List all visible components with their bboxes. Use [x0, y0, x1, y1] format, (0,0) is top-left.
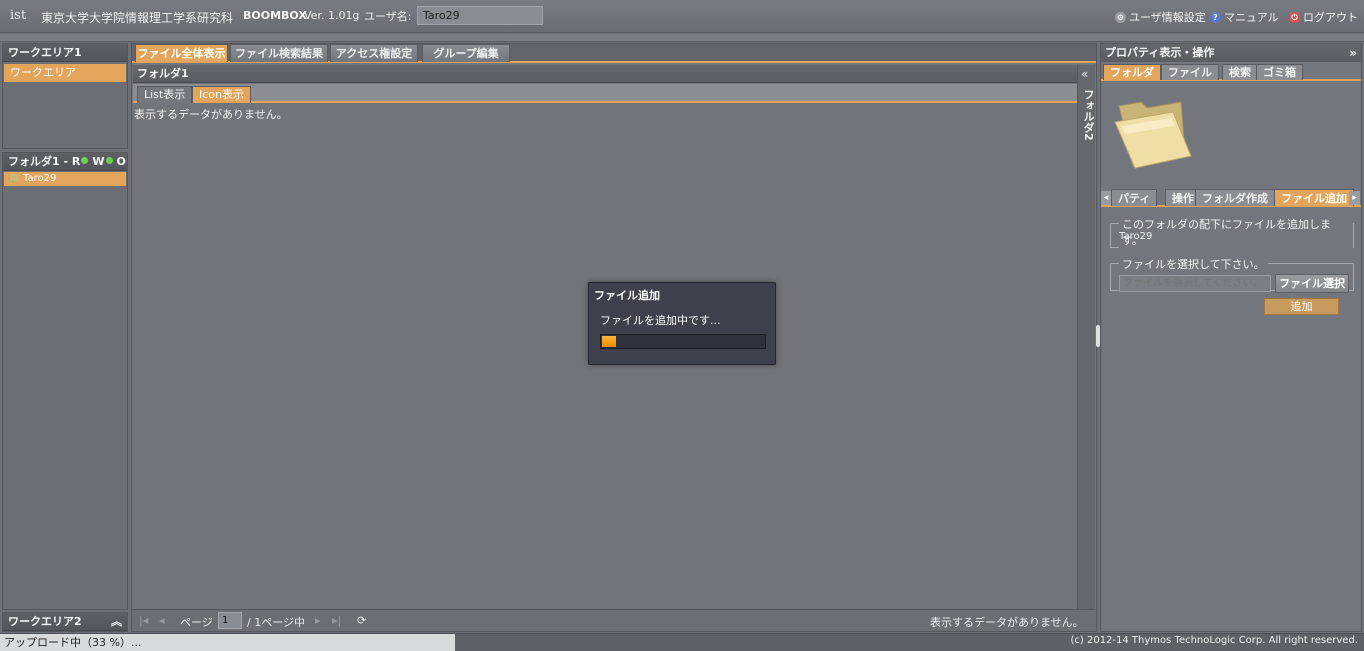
refresh-icon[interactable]: ⟳ — [357, 614, 366, 627]
app-version: Ver. 1.01g — [304, 9, 360, 22]
status-bar: アップロード中（33 %）... (c) 2012-14 Thymos Tech… — [0, 633, 1364, 651]
tab-add-file[interactable]: ファイル追加 — [1274, 189, 1354, 206]
workarea1-title: ワークエリア1 — [3, 44, 127, 62]
select-file-button[interactable]: ファイル選択 — [1275, 274, 1349, 293]
prev-page-icon[interactable]: ◂ — [159, 614, 165, 627]
tab-search-results[interactable]: ファイル検索結果 — [230, 44, 328, 62]
tree-item-taro29[interactable]: Taro29 — [4, 172, 126, 186]
chevron-double-right-icon[interactable]: » — [1349, 44, 1357, 62]
dialog-message: ファイルを追加中です... — [600, 314, 721, 327]
pagination-bar: |◂ ◂ ページ / 1ページ中 ▸ ▸| ⟳ 表示するデータがありません。 — [132, 609, 1096, 631]
tab-access-settings[interactable]: アクセス権設定 — [330, 44, 418, 62]
add-button[interactable]: 追加 — [1264, 298, 1339, 315]
write-permission-label: W — [92, 155, 105, 168]
main-tabs: ファイル全体表示 ファイル検索結果 アクセス権設定 グループ編集 — [132, 44, 1096, 63]
page-total: / 1ページ中 — [247, 616, 305, 629]
operation-tabs: ◂ パティ 操作 フォルダ作成 ファイル追加 ▸ — [1101, 188, 1361, 207]
empty-message: 表示するデータがありません。 — [134, 108, 288, 121]
file-select-group: ファイルを選択して下さい。 ファイル選択 — [1110, 256, 1354, 293]
page-label: ページ — [180, 616, 213, 629]
first-page-icon[interactable]: |◂ — [139, 614, 148, 627]
add-file-dialog: ファイル追加 ファイルを追加中です... — [588, 282, 776, 365]
other-permission-label: O — [116, 155, 126, 168]
header-divider — [0, 34, 1364, 42]
ist-logo: ist — [10, 8, 27, 23]
properties-title: プロパティ表示・操作 » — [1101, 44, 1361, 62]
gear-icon: ⚙ — [1115, 11, 1126, 23]
folder-tree-title: フォルダ1 - R WO — [3, 153, 127, 182]
last-page-icon[interactable]: ▸| — [332, 614, 341, 627]
user-settings-link[interactable]: ⚙ ユーザ情報設定 — [1115, 9, 1206, 25]
workarea2-title-label: ワークエリア2 — [8, 615, 82, 628]
target-folder-group: このフォルダの配下にファイルを追加します。 Taro29 — [1110, 216, 1354, 248]
upload-status: アップロード中（33 %）... — [0, 634, 455, 651]
progress-bar — [600, 334, 766, 349]
tree-item-label: Taro29 — [23, 173, 57, 184]
tab-all-files[interactable]: ファイル全体表示 — [135, 44, 228, 62]
file-select-legend: ファイルを選択して下さい。 — [1119, 256, 1268, 272]
tab-file[interactable]: ファイル — [1161, 64, 1219, 80]
manual-label: マニュアル — [1224, 11, 1279, 24]
next-page-icon[interactable]: ▸ — [315, 614, 321, 627]
folder-large-icon — [1114, 101, 1192, 169]
app-header: ist 東京大学大学院情報理工学系研究科 BOOMBOX Ver. 1.01g … — [0, 0, 1364, 33]
help-icon: ? — [1210, 11, 1221, 23]
chevron-double-left-icon[interactable]: « — [1081, 67, 1088, 81]
properties-title-label: プロパティ表示・操作 — [1105, 46, 1215, 59]
dialog-title: ファイル追加 — [594, 289, 660, 302]
manual-link[interactable]: ? マニュアル — [1210, 9, 1279, 25]
page-number-input[interactable] — [218, 612, 242, 629]
progress-fill — [602, 336, 616, 347]
target-folder-value: Taro29 — [1119, 231, 1153, 242]
tab-icon-view[interactable]: Icon表示 — [192, 86, 251, 103]
properties-panel: プロパティ表示・操作 » フォルダ ファイル 検索 ゴミ箱 ◂ パティ 操作 フ… — [1100, 43, 1362, 632]
tab-folder[interactable]: フォルダ — [1103, 64, 1161, 80]
properties-tabs: フォルダ ファイル 検索 ゴミ箱 — [1101, 63, 1361, 81]
folder2-collapsed-panel[interactable]: « フォルダ2 — [1077, 65, 1095, 609]
tab-create-folder[interactable]: フォルダ作成 — [1195, 189, 1275, 206]
institution-name: 東京大学大学院情報理工学系研究科 — [41, 11, 234, 25]
scroll-right-icon[interactable]: ▸ — [1349, 191, 1360, 205]
workarea-item[interactable]: ワークエリア — [4, 64, 126, 82]
folder-permission-label: フォルダ1 - R — [8, 155, 81, 168]
folder2-label: フォルダ2 — [1082, 89, 1095, 141]
pager-status: 表示するデータがありません。 — [930, 616, 1084, 629]
tab-group-edit[interactable]: グループ編集 — [422, 44, 510, 62]
folder-tree-panel: フォルダ1 - R WO Taro29 — [2, 152, 128, 610]
tab-search[interactable]: 検索 — [1222, 64, 1258, 80]
copyright: (c) 2012-14 Thymos TechnoLogic Corp. All… — [1070, 635, 1358, 646]
power-icon: ⏻ — [1289, 11, 1300, 23]
file-path-input[interactable] — [1119, 275, 1271, 292]
tab-trash[interactable]: ゴミ箱 — [1256, 64, 1303, 80]
write-ok-icon — [105, 157, 113, 164]
workarea1-panel: ワークエリア1 ワークエリア — [2, 43, 128, 149]
user-name-field[interactable] — [417, 6, 543, 25]
expand-up-icon[interactable]: ︽ — [111, 613, 122, 631]
logout-label: ログアウト — [1303, 11, 1358, 24]
target-folder-legend: このフォルダの配下にファイルを追加します。 — [1119, 216, 1353, 248]
app-name: BOOMBOX — [243, 9, 307, 22]
user-name-label: ユーザ名: — [364, 10, 412, 23]
view-tabs: List表示 Icon表示 — [133, 84, 1077, 103]
scroll-left-icon[interactable]: ◂ — [1101, 191, 1111, 205]
logout-link[interactable]: ⏻ ログアウト — [1289, 9, 1358, 25]
workarea2-panel: ワークエリア2 ︽ — [2, 612, 128, 632]
tab-property[interactable]: パティ — [1111, 189, 1158, 206]
workarea2-title: ワークエリア2 ︽ — [3, 613, 127, 631]
user-settings-label: ユーザ情報設定 — [1129, 11, 1206, 24]
tab-list-view[interactable]: List表示 — [137, 86, 193, 103]
folder1-title: フォルダ1 — [133, 65, 1077, 83]
folder-icon — [10, 174, 19, 181]
read-ok-icon — [81, 157, 89, 164]
